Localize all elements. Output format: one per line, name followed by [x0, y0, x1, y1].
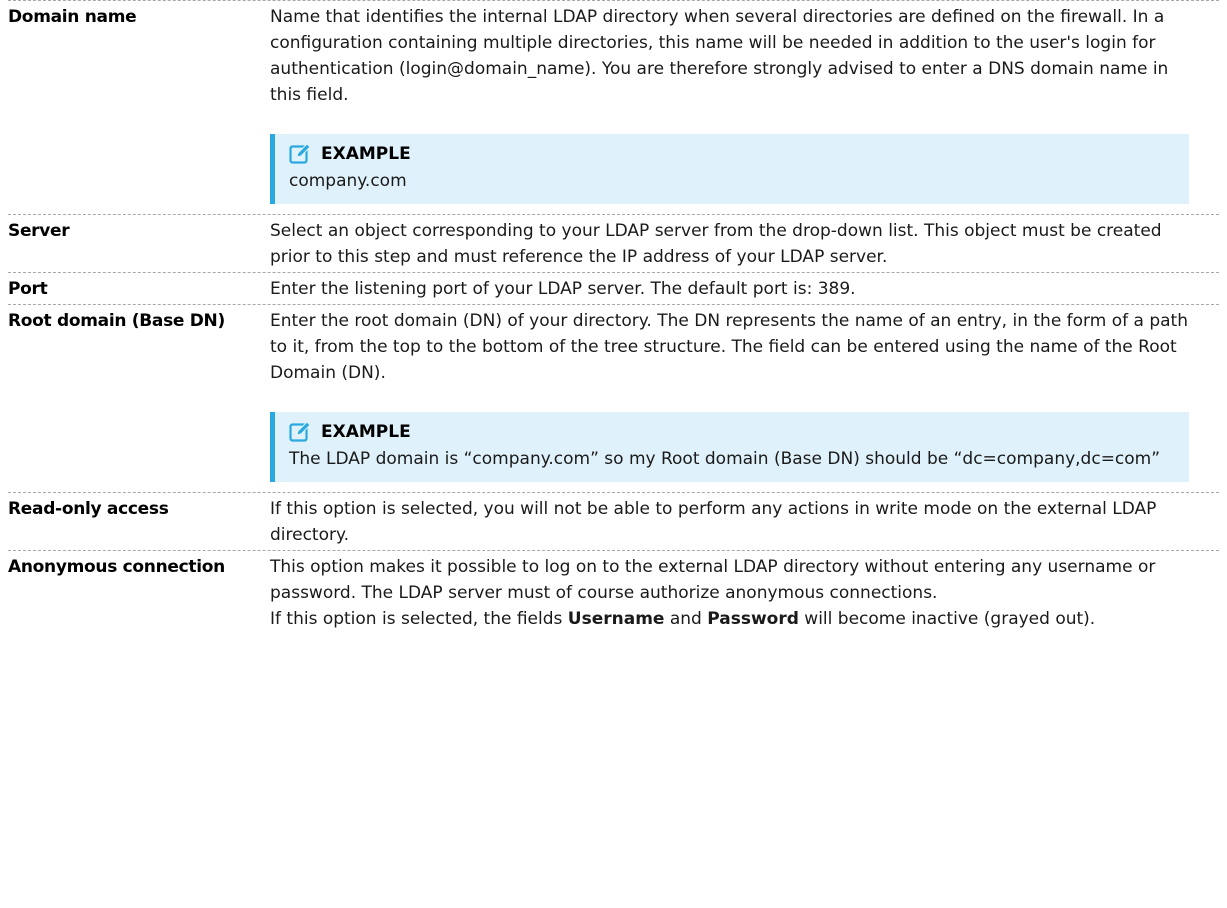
callout-title: EXAMPLE: [321, 422, 411, 442]
term-description: Enter the root domain (DN) of your direc…: [270, 308, 1219, 490]
term-description: If this option is selected, you will not…: [270, 496, 1219, 548]
example-callout: EXAMPLE The LDAP domain is “company.com”…: [270, 412, 1189, 482]
note-suffix: will become inactive (grayed out).: [798, 609, 1096, 629]
callout-text: The LDAP domain is “company.com” so my R…: [289, 449, 1161, 469]
password-field-name: Password: [707, 609, 799, 629]
term-description: Name that identifies the internal LDAP d…: [270, 4, 1219, 212]
term-description: Enter the listening port of your LDAP se…: [270, 276, 1219, 302]
description-text: This option makes it possible to log on …: [270, 557, 1156, 603]
username-field-name: Username: [567, 609, 665, 629]
row-domain-name: Domain name Name that identifies the int…: [8, 0, 1219, 214]
note-prefix: If this option is selected, the fields: [270, 609, 568, 629]
term-label: Root domain (Base DN): [8, 311, 225, 331]
term-description: This option makes it possible to log on …: [270, 554, 1219, 632]
term-label: Domain name: [8, 7, 137, 27]
definition-table: Domain name Name that identifies the int…: [8, 0, 1219, 634]
term-label: Server: [8, 221, 70, 241]
row-anonymous-connection: Anonymous connection This option makes i…: [8, 550, 1219, 634]
row-port: Port Enter the listening port of your LD…: [8, 272, 1219, 304]
description-note: If this option is selected, the fields U…: [270, 606, 1189, 632]
description-text: If this option is selected, you will not…: [270, 499, 1157, 545]
edit-icon: [289, 143, 311, 165]
description-text: Select an object corresponding to your L…: [270, 221, 1162, 267]
callout-header: EXAMPLE: [289, 418, 1175, 446]
row-read-only-access: Read-only access If this option is selec…: [8, 492, 1219, 550]
description-text: Enter the listening port of your LDAP se…: [270, 279, 856, 299]
row-server: Server Select an object corresponding to…: [8, 214, 1219, 272]
term-label: Read-only access: [8, 499, 169, 519]
description-text: Name that identifies the internal LDAP d…: [270, 7, 1169, 105]
callout-header: EXAMPLE: [289, 140, 1175, 168]
callout-text: company.com: [289, 171, 407, 191]
callout-title: EXAMPLE: [321, 144, 411, 164]
row-root-domain: Root domain (Base DN) Enter the root dom…: [8, 304, 1219, 492]
edit-icon: [289, 421, 311, 443]
note-mid: and: [664, 609, 708, 629]
term-label: Anonymous connection: [8, 557, 225, 577]
term-description: Select an object corresponding to your L…: [270, 218, 1219, 270]
description-text: Enter the root domain (DN) of your direc…: [270, 311, 1188, 383]
example-callout: EXAMPLE company.com: [270, 134, 1189, 204]
term-label: Port: [8, 279, 48, 299]
